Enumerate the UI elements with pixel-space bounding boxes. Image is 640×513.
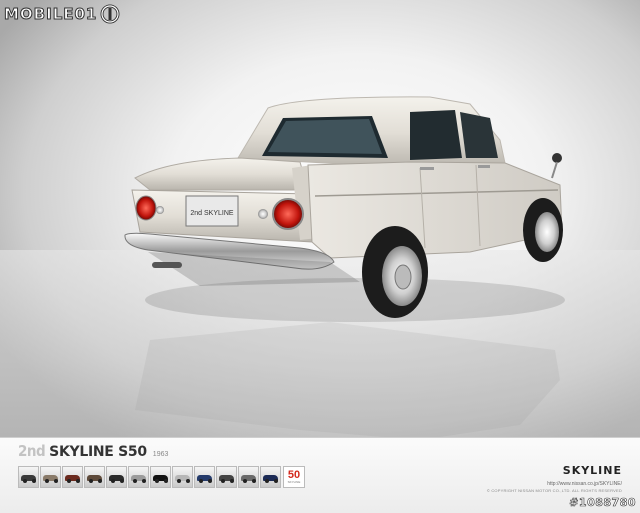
thumbnail-wheel-icon xyxy=(67,479,71,483)
thumbnail-wheel-icon xyxy=(76,479,80,483)
thumbnail-wheel-icon xyxy=(221,479,225,483)
thumbnail-wheel-icon xyxy=(252,479,256,483)
generation-thumbnail xyxy=(172,466,193,488)
license-plate-text: 2nd SKYLINE xyxy=(190,210,234,217)
generation-thumbnail xyxy=(238,466,259,488)
generation-thumbnail xyxy=(260,466,281,488)
thumbnail-wheel-icon xyxy=(23,479,27,483)
generation-thumbnail xyxy=(150,466,171,488)
thumbnail-wheel-icon xyxy=(230,479,234,483)
thumbnail-wheel-icon xyxy=(186,479,190,483)
footer-url: http://www.nissan.co.jp/SKYLINE/ xyxy=(547,481,622,487)
generation-thumbnail xyxy=(18,466,39,488)
thumbnail-wheel-icon xyxy=(89,479,93,483)
thumbnail-wheel-icon xyxy=(142,479,146,483)
skyline-s50-car: 2nd SKYLINE xyxy=(124,96,565,437)
mobile01-logo: MOBILE01 xyxy=(3,2,121,26)
generation-thumbnail xyxy=(216,466,237,488)
thumbnail-wheel-icon xyxy=(133,479,137,483)
model-year: 1963 xyxy=(152,451,169,458)
generation-thumbnail xyxy=(106,466,127,488)
footer-copyright: © COPYRIGHT NISSAN MOTOR CO.,LTD. ALL RI… xyxy=(486,488,622,493)
mobile01-ring-icon xyxy=(100,4,120,24)
thumbnail-wheel-icon xyxy=(120,479,124,483)
thumbnail-wheel-icon xyxy=(243,479,247,483)
mobile01-wordmark: MOBILE01 xyxy=(3,5,98,24)
thumbnail-wheel-icon xyxy=(32,479,36,483)
generation-thumbnail xyxy=(84,466,105,488)
generation-label: 2nd xyxy=(18,442,46,460)
generation-thumbnail xyxy=(194,466,215,488)
model-title: 2nd SKYLINE S50 1963 xyxy=(18,442,168,460)
thumbnail-wheel-icon xyxy=(177,479,181,483)
generation-thumbnail xyxy=(128,466,149,488)
thumbnail-wheel-icon xyxy=(274,479,278,483)
thumbnail-wheel-icon xyxy=(45,479,49,483)
thumbnail-wheel-icon xyxy=(155,479,159,483)
thumbnail-wheel-icon xyxy=(208,479,212,483)
thumbnail-wheel-icon xyxy=(54,479,58,483)
thumbnail-wheel-icon xyxy=(111,479,115,483)
skyline-brand-logo: SKYLINE xyxy=(562,464,622,477)
badge-number: 50 xyxy=(287,469,301,481)
thumbnail-wheel-icon xyxy=(199,479,203,483)
photo-backdrop: 2nd SKYLINE xyxy=(0,0,640,437)
generation-thumbnail xyxy=(40,466,61,488)
thumbnail-wheel-icon xyxy=(164,479,168,483)
thumbnail-wheel-icon xyxy=(98,479,102,483)
image-id-watermark: #1088780 xyxy=(569,496,636,510)
model-name: SKYLINE S50 xyxy=(49,444,147,460)
thumbnail-wheel-icon xyxy=(265,479,269,483)
generation-thumbnails: 50 SKYLINE xyxy=(18,466,305,488)
badge-text: SKYLINE xyxy=(287,480,301,484)
anniversary-50-badge: 50 SKYLINE xyxy=(283,466,305,488)
generation-thumbnail xyxy=(62,466,83,488)
